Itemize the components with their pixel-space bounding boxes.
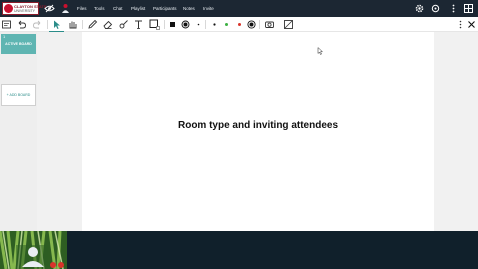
color-green-icon[interactable] bbox=[221, 19, 232, 30]
text-icon[interactable] bbox=[133, 19, 144, 30]
shape-icon[interactable] bbox=[149, 19, 160, 30]
whiteboard-toolbar bbox=[0, 17, 478, 32]
toolbar-divider bbox=[259, 20, 260, 29]
active-board-label: ACTIVE BOARD bbox=[5, 42, 32, 46]
camera-off-icon[interactable] bbox=[58, 262, 64, 268]
boards-sidebar: 1 ACTIVE BOARD + ADD BOARD bbox=[0, 32, 37, 231]
size-dot-icon[interactable] bbox=[209, 19, 220, 30]
eye-slash-icon[interactable] bbox=[44, 3, 55, 14]
university-logo: CLAYTON STATE UNIVERSITY bbox=[2, 2, 47, 15]
add-board-button[interactable]: + ADD BOARD bbox=[1, 84, 36, 106]
nav-files[interactable]: Files bbox=[77, 0, 87, 17]
pencil-icon[interactable] bbox=[87, 19, 98, 30]
more-vert-icon[interactable] bbox=[448, 3, 459, 14]
nav-participants[interactable]: Participants bbox=[153, 0, 177, 17]
mouse-cursor-icon bbox=[317, 47, 324, 55]
redo-icon[interactable] bbox=[32, 19, 43, 30]
color-red-icon[interactable] bbox=[234, 19, 245, 30]
toolbar-divider bbox=[164, 20, 165, 29]
camera-icon[interactable] bbox=[264, 19, 275, 30]
pan-icon[interactable] bbox=[67, 19, 78, 30]
nav-notes[interactable]: Notes bbox=[183, 0, 195, 17]
top-bar: CLAYTON STATE UNIVERSITY Files Tools Cha… bbox=[0, 0, 478, 17]
layout-icon[interactable] bbox=[463, 3, 474, 14]
select-icon[interactable] bbox=[49, 19, 64, 32]
close-icon[interactable] bbox=[466, 19, 477, 30]
video-feed-image bbox=[0, 231, 67, 269]
board-number: 1 bbox=[3, 34, 6, 39]
more-icon[interactable] bbox=[455, 19, 466, 30]
color-fill-icon[interactable] bbox=[180, 19, 191, 30]
help-icon[interactable] bbox=[430, 3, 441, 14]
highlighter-icon[interactable] bbox=[118, 19, 129, 30]
logo-mark bbox=[4, 4, 13, 13]
note-icon[interactable] bbox=[1, 19, 12, 30]
image-icon[interactable] bbox=[283, 19, 294, 30]
presenter-icon[interactable] bbox=[60, 3, 71, 14]
toolbar-divider bbox=[205, 20, 206, 29]
nav-invite[interactable]: Invite bbox=[203, 0, 214, 17]
undo-icon[interactable] bbox=[16, 19, 27, 30]
record-icon[interactable] bbox=[246, 19, 257, 30]
mic-muted-icon[interactable] bbox=[50, 262, 56, 268]
eraser-icon[interactable] bbox=[102, 19, 113, 30]
color-black-icon[interactable] bbox=[167, 19, 178, 30]
nav-tools[interactable]: Tools bbox=[94, 0, 105, 17]
participants-strip bbox=[0, 231, 478, 269]
nav-playlist[interactable]: Playlist bbox=[131, 0, 145, 17]
toolbar-divider bbox=[82, 20, 83, 29]
settings-gear-icon[interactable] bbox=[414, 3, 425, 14]
participant-video-tile[interactable] bbox=[0, 231, 67, 269]
nav-chat[interactable]: Chat bbox=[113, 0, 123, 17]
toolbar-divider bbox=[47, 20, 48, 29]
size-small-icon[interactable] bbox=[193, 19, 204, 30]
add-board-label: + ADD BOARD bbox=[6, 93, 31, 97]
active-board-tile[interactable]: 1 ACTIVE BOARD bbox=[1, 34, 36, 54]
slide-title: Room type and inviting attendees bbox=[177, 120, 339, 131]
logo-line2: UNIVERSITY bbox=[14, 9, 36, 13]
whiteboard-canvas[interactable]: Room type and inviting attendees bbox=[82, 32, 434, 231]
